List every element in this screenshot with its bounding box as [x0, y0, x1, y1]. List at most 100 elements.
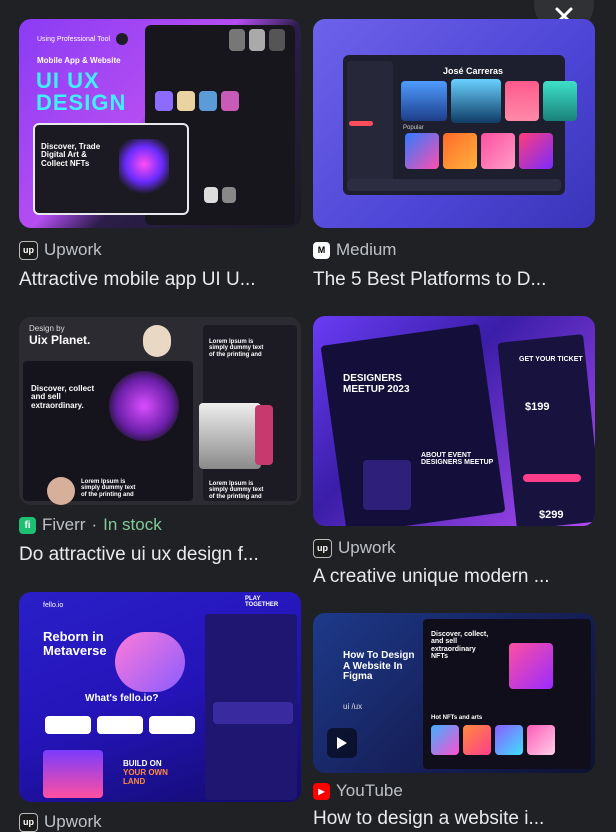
thumb-card [97, 716, 143, 734]
result-title[interactable]: The 5 Best Platforms to D... [313, 269, 595, 291]
result-card[interactable]: Design by Uix Planet. Discover, collect … [19, 317, 301, 572]
thumb-button [523, 474, 581, 482]
thumb-avatar [47, 477, 75, 505]
result-card[interactable]: Using Professional Tool Mobile App & Web… [19, 19, 301, 294]
thumb-speaker [363, 460, 411, 510]
thumb-image [155, 91, 173, 111]
thumb-artist [451, 79, 501, 123]
stock-status: In stock [103, 515, 162, 534]
thumb-art [43, 750, 103, 798]
thumb-heading: Discover, collect, and sell extraordinar… [431, 631, 489, 661]
play-icon [337, 737, 347, 749]
thumb-text: Popular [403, 125, 424, 131]
source-name: Upwork [338, 538, 396, 557]
thumb-image [249, 29, 265, 51]
thumb-image [204, 187, 218, 203]
thumb-text: Discover, collect and sell extraordinary… [31, 384, 95, 410]
result-thumbnail[interactable]: Using Professional Tool Mobile App & Web… [19, 19, 301, 228]
medium-icon: M [313, 241, 330, 259]
thumb-image [199, 91, 217, 111]
thumb-heading: UI UX [36, 68, 100, 93]
upwork-icon: up [19, 240, 38, 260]
source-name: Medium [336, 240, 397, 259]
thumb-heading: DESIGNERS MEETUP 2023 [343, 373, 410, 395]
result-card[interactable]: José Carreras Popular M Medium The 5 Bes… [313, 19, 595, 294]
thumb-player-bar [347, 179, 561, 191]
result-source[interactable]: up Upwork [19, 812, 102, 832]
thumb-tile [495, 725, 523, 755]
thumb-statue [199, 403, 261, 469]
result-thumbnail[interactable]: How To Design A Website In Figma ui /ux … [313, 613, 595, 773]
fiverr-icon: fi [19, 516, 36, 534]
thumb-text: Lorem Ipsum is simply dummy text of the … [81, 479, 136, 498]
thumb-price: $299 [539, 509, 564, 521]
thumb-art [509, 643, 553, 689]
result-source[interactable]: up Upwork [19, 240, 102, 260]
source-name: Fiverr [42, 515, 86, 534]
thumb-card [149, 716, 195, 734]
thumb-people [213, 702, 293, 724]
thumb-text: José Carreras [443, 66, 504, 76]
youtube-icon: ▶ [313, 782, 330, 800]
result-card[interactable]: DESIGNERS MEETUP 2023 ABOUT EVENT DESIGN… [313, 316, 595, 592]
result-thumbnail[interactable]: Design by Uix Planet. Discover, collect … [19, 317, 301, 505]
play-button[interactable] [327, 728, 357, 758]
thumb-image [177, 91, 195, 111]
separator: · [91, 515, 98, 534]
thumb-text: Mobile App & Website [37, 56, 121, 65]
thumb-tile [431, 725, 459, 755]
result-title[interactable]: Do attractive ui ux design f... [19, 544, 301, 566]
thumb-heading: What's fello.io? [85, 693, 159, 704]
upwork-icon: up [19, 812, 38, 832]
thumb-tile [443, 133, 477, 169]
thumb-text: Lorem Ipsum is simply dummy text of the … [209, 339, 264, 358]
thumb-art [109, 371, 179, 441]
result-thumbnail[interactable]: DESIGNERS MEETUP 2023 ABOUT EVENT DESIGN… [313, 316, 595, 526]
thumb-image [269, 29, 285, 51]
result-source[interactable]: M Medium [313, 240, 396, 260]
result-title[interactable]: Attractive mobile app UI U... [19, 269, 301, 291]
thumb-artist [401, 81, 447, 121]
thumb-price: $199 [525, 401, 550, 413]
upwork-icon: up [313, 538, 332, 558]
thumb-red-button [349, 121, 373, 126]
thumb-tool-icon [116, 33, 128, 45]
result-source[interactable]: up Upwork [313, 538, 396, 558]
thumb-tile [519, 133, 553, 169]
thumb-heading: LAND [123, 777, 146, 786]
thumb-heading: Reborn in Metaverse [43, 629, 107, 658]
result-source[interactable]: fi Fiverr · In stock [19, 515, 162, 535]
thumb-heading: Uix Planet. [29, 333, 91, 347]
thumb-screen [320, 323, 506, 526]
result-thumbnail[interactable]: fello.io Reborn in Metaverse What's fell… [19, 592, 301, 802]
thumb-tile [405, 133, 439, 169]
result-title[interactable]: How to design a website i... [313, 808, 595, 830]
thumb-character [115, 632, 185, 692]
thumb-text: ui /ux [343, 702, 363, 711]
thumb-text: fello.io [43, 602, 64, 609]
result-card[interactable]: fello.io Reborn in Metaverse What's fell… [19, 592, 301, 832]
thumb-text: PLAY TOGETHER [245, 596, 279, 609]
result-thumbnail[interactable]: José Carreras Popular [313, 19, 595, 228]
result-title[interactable]: A creative unique modern ... [313, 566, 595, 588]
thumb-statue [255, 405, 273, 465]
source-name: YouTube [336, 781, 403, 800]
thumb-art [119, 139, 169, 195]
thumb-text: Hot NFTs and arts [431, 715, 483, 721]
source-name: Upwork [44, 812, 102, 831]
thumb-image [222, 187, 236, 203]
thumb-text: Discover, Trade Digital Art & Collect NF… [41, 142, 101, 168]
thumb-text: Lorem Ipsum is simply dummy text of the … [209, 481, 264, 500]
thumb-heading: ABOUT EVENT DESIGNERS MEETUP [421, 452, 494, 467]
thumb-heading: How To Design A Website In Figma [343, 650, 415, 682]
thumb-text: Using Professional Tool [37, 36, 111, 43]
thumb-tile [481, 133, 515, 169]
thumb-image [229, 29, 245, 51]
thumb-heading: DESIGN [36, 90, 127, 115]
thumb-text: GET YOUR TICKET [519, 356, 583, 363]
thumb-artist [505, 81, 539, 121]
thumb-tile [463, 725, 491, 755]
result-source[interactable]: ▶ YouTube [313, 781, 403, 801]
result-card[interactable]: How To Design A Website In Figma ui /ux … [313, 613, 595, 829]
source-name: Upwork [44, 240, 102, 259]
